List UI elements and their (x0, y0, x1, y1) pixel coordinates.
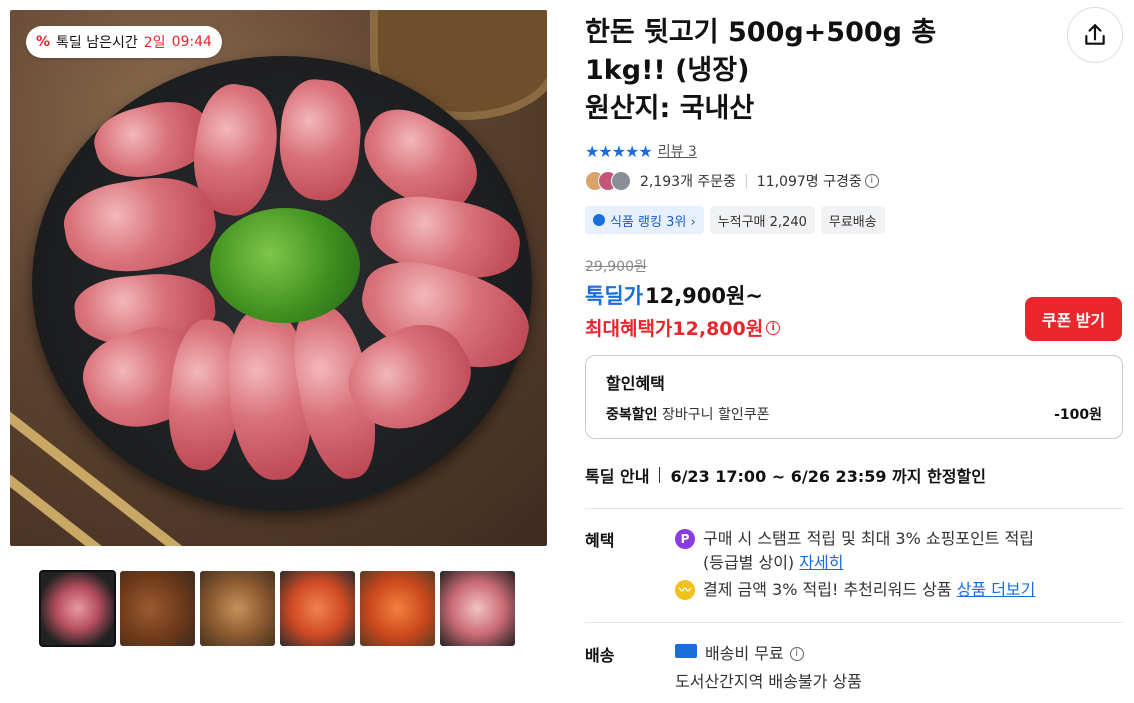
reward-coin-icon: 〰 (675, 580, 695, 600)
more-products-link[interactable]: 상품 더보기 (957, 580, 1036, 599)
avatar (611, 171, 631, 191)
parsley-garnish (210, 208, 360, 323)
product-page: % 톡딜 남은시간 2일 09:44 한돈 뒷고기 500g+500g 총 1k… (0, 0, 1134, 703)
shipping-fee: 배송비 무료 (705, 644, 784, 663)
orders-count: 2,193개 주문중 (640, 174, 737, 190)
original-price: 29,900원 (585, 259, 647, 275)
thumbnail-4[interactable] (280, 571, 355, 646)
shipping-label: 배송 (585, 646, 615, 665)
shipping-note: 도서산간지역 배송불가 상품 (675, 672, 862, 691)
benefit-text: 결제 금액 3% 적립! 추천리워드 상품 (703, 580, 952, 599)
section-divider (585, 508, 1123, 509)
timer-time: 09:44 (171, 34, 212, 50)
shipping-fee-line: 배송비 무료 i (675, 642, 804, 666)
section-divider (585, 622, 1123, 623)
divider: | (744, 173, 749, 189)
divider (659, 467, 661, 483)
deal-price: 톡딜가 12,900원~ (585, 280, 763, 310)
buyer-avatars (585, 171, 631, 191)
discount-box: 할인혜택 중복할인 장바구니 할인쿠폰 -100원 (585, 355, 1123, 439)
thumbnail-1[interactable] (39, 570, 116, 647)
title-line: 원산지: 국내산 (585, 93, 755, 124)
deal-price-label: 톡딜가 (585, 284, 643, 308)
ranking-icon (593, 214, 605, 226)
max-benefit-label: 최대혜택가 (585, 318, 673, 340)
benefit-line-1: P 구매 시 스탬프 적립 및 최대 3% 쇼핑포인트 적립 (등급별 상이) … (675, 527, 1034, 575)
thumbnail-5[interactable] (360, 571, 435, 646)
discount-heading: 할인혜택 (606, 374, 665, 393)
ranking-chip[interactable]: 식품 랭킹 3위 › (585, 206, 704, 234)
info-icon[interactable]: i (864, 174, 879, 188)
chip-label: 무료배송 (828, 214, 877, 230)
rating-row: ★★★★★ 리뷰 3 (585, 141, 697, 161)
info-icon[interactable]: i (789, 647, 804, 661)
percent-icon: % (36, 34, 51, 50)
discount-amount: -100원 (1054, 407, 1102, 423)
discount-row: 중복할인 장바구니 할인쿠폰 -100원 (606, 404, 1102, 424)
badge-chips: 식품 랭킹 3위 › 누적구매 2,240 무료배송 (585, 206, 885, 234)
discount-name: 중복할인 장바구니 할인쿠폰 (606, 404, 769, 424)
truck-icon (675, 644, 697, 658)
discount-type: 중복할인 (606, 407, 658, 423)
activity-stats: 2,193개 주문중 | 11,097명 구경중 i (585, 171, 879, 191)
details-link[interactable]: 자세히 (799, 553, 843, 572)
deal-timer-badge: % 톡딜 남은시간 2일 09:44 (26, 26, 222, 58)
share-icon (1085, 24, 1105, 45)
benefit-line-2: 〰 결제 금액 3% 적립! 추천리워드 상품 상품 더보기 (675, 578, 1035, 602)
thumbnail-strip (39, 570, 515, 647)
share-button[interactable] (1067, 7, 1123, 63)
deal-period-label: 톡딜 안내 (585, 467, 650, 486)
benefit-label: 혜택 (585, 531, 615, 550)
max-benefit-value: 12,800원 (672, 318, 764, 340)
info-icon[interactable]: i (766, 320, 781, 335)
title-line: 한돈 뒷고기 500g+500g 총 (585, 17, 937, 48)
timer-days: 2일 (143, 35, 166, 51)
chip-label: 누적구매 2,240 (717, 214, 807, 230)
viewers-count: 11,097명 구경중 (756, 174, 862, 190)
thumbnail-3[interactable] (200, 571, 275, 646)
star-rating-icon: ★★★★★ (585, 141, 653, 161)
benefit-text: (등급별 상이) (703, 553, 795, 572)
cumulative-purchase-chip: 누적구매 2,240 (709, 206, 815, 234)
timer-label: 톡딜 남은시간 (56, 35, 138, 51)
point-icon: P (675, 529, 695, 549)
thumbnail-2[interactable] (120, 571, 195, 646)
benefit-text: 구매 시 스탬프 적립 및 최대 3% 쇼핑포인트 적립 (703, 529, 1035, 548)
deal-period-value: 6/23 17:00 ~ 6/26 23:59 까지 한정할인 (670, 467, 986, 486)
title-line: 1kg!! (냉장) (585, 55, 750, 86)
free-shipping-chip: 무료배송 (820, 206, 885, 234)
max-benefit-price: 최대혜택가 12,800원 i (585, 314, 781, 341)
chip-label: 식품 랭킹 3위 › (610, 214, 696, 230)
thumbnail-6[interactable] (440, 571, 515, 646)
get-coupon-button[interactable]: 쿠폰 받기 (1025, 297, 1122, 341)
main-product-image[interactable] (10, 10, 547, 546)
product-title: 한돈 뒷고기 500g+500g 총 1kg!! (냉장) 원산지: 국내산 (585, 14, 1025, 128)
deal-period: 톡딜 안내 6/23 17:00 ~ 6/26 23:59 까지 한정할인 (585, 463, 986, 487)
discount-desc: 장바구니 할인쿠폰 (657, 407, 770, 423)
deal-price-value: 12,900원~ (644, 284, 763, 308)
review-link[interactable]: 리뷰 3 (658, 141, 697, 161)
